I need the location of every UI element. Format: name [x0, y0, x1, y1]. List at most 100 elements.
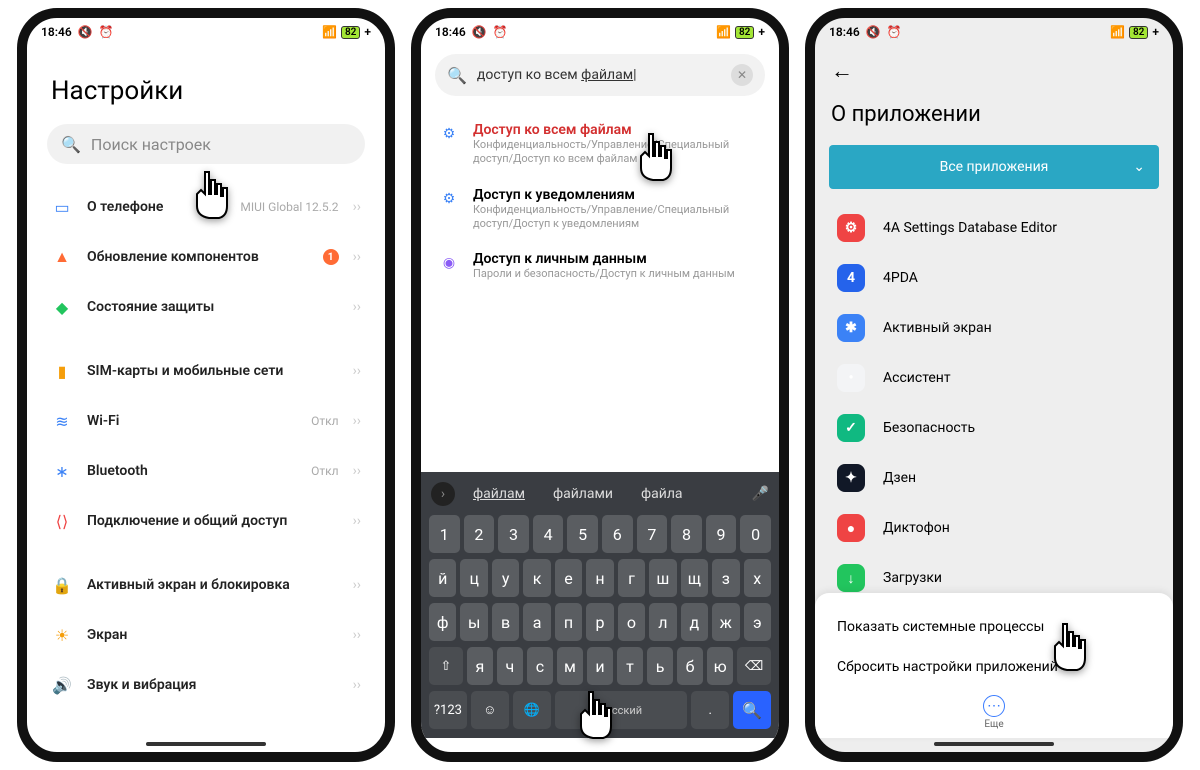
result-title: Доступ ко всем файлам	[473, 122, 761, 138]
key[interactable]: у	[492, 559, 519, 597]
period-key[interactable]: .	[691, 691, 729, 729]
key[interactable]: 3	[498, 515, 529, 553]
settings-row-about[interactable]: ▭О телефонеMIUI Global 12.5.2›	[31, 182, 381, 232]
key[interactable]: п	[555, 603, 582, 641]
search-result[interactable]: ⚙Доступ к уведомлениямКонфиденциальность…	[439, 177, 761, 242]
emoji-key[interactable]: ☺	[471, 691, 509, 729]
menu-item-reset-prefs[interactable]: Сбросить настройки приложений	[837, 647, 1151, 687]
apps-filter-dropdown[interactable]: Все приложения ⌄	[829, 145, 1159, 189]
key[interactable]: я	[467, 647, 493, 685]
key[interactable]: и	[587, 647, 613, 685]
row-icon: ☀	[51, 624, 73, 646]
search-input[interactable]: доступ ко всем файлам|	[477, 67, 721, 83]
search-box[interactable]: 🔍 доступ ко всем файлам| ✕	[435, 54, 765, 96]
key[interactable]: з	[712, 559, 739, 597]
row-label: Bluetooth	[87, 463, 297, 479]
key[interactable]: т	[617, 647, 643, 685]
key[interactable]: 4	[533, 515, 564, 553]
app-icon: ⚙	[837, 214, 865, 242]
settings-row-bt[interactable]: ∗BluetoothОткл›	[31, 446, 381, 496]
key[interactable]: е	[555, 559, 582, 597]
key[interactable]: н	[586, 559, 613, 597]
key[interactable]: 9	[706, 515, 737, 553]
suggestion-chip[interactable]: файлам	[463, 480, 535, 508]
nav-gesture-bar	[540, 742, 660, 746]
app-row[interactable]: ✦Дзен	[815, 453, 1173, 503]
more-label: Еще	[837, 719, 1151, 730]
key[interactable]: щ	[681, 559, 708, 597]
app-name: Безопасность	[883, 420, 975, 436]
key[interactable]: ы	[460, 603, 487, 641]
app-row[interactable]: ⚙4A Settings Database Editor	[815, 203, 1173, 253]
key[interactable]: м	[557, 647, 583, 685]
key[interactable]: 7	[637, 515, 668, 553]
key[interactable]: х	[744, 559, 771, 597]
settings-row-share[interactable]: ⟨⟩Подключение и общий доступ›	[31, 496, 381, 546]
status-time: 18:46	[435, 25, 466, 39]
key[interactable]: 1	[429, 515, 460, 553]
app-name: Диктофон	[883, 520, 950, 536]
result-icon: ◉	[439, 253, 459, 273]
key[interactable]: ю	[707, 647, 733, 685]
app-row[interactable]: ●Диктофон	[815, 503, 1173, 553]
key[interactable]: а	[523, 603, 550, 641]
key[interactable]: 5	[567, 515, 598, 553]
search-result[interactable]: ⚙Доступ ко всем файламКонфиденциальность…	[439, 112, 761, 177]
settings-row-sound[interactable]: 🔊Звук и вибрация›	[31, 660, 381, 710]
key[interactable]: 8	[671, 515, 702, 553]
space-key[interactable]: Русский	[555, 691, 688, 729]
symbols-key[interactable]: ?123	[429, 691, 467, 729]
app-row[interactable]: ✓Безопасность	[815, 403, 1173, 453]
more-button[interactable]: ⋯ Еще	[837, 687, 1151, 730]
search-result[interactable]: ◉Доступ к личным даннымПароли и безопасн…	[439, 241, 761, 291]
key[interactable]: 2	[464, 515, 495, 553]
menu-item-show-system[interactable]: Показать системные процессы	[837, 607, 1151, 647]
back-button[interactable]: ←	[831, 54, 1157, 94]
key[interactable]: ь	[647, 647, 673, 685]
settings-row-display[interactable]: ☀Экран›	[31, 610, 381, 660]
key[interactable]: г	[618, 559, 645, 597]
key[interactable]: ж	[712, 603, 739, 641]
key[interactable]: 6	[602, 515, 633, 553]
backspace-key[interactable]: ⌫	[737, 647, 771, 685]
settings-row-lock[interactable]: 🔒Активный экран и блокировка›	[31, 560, 381, 610]
key[interactable]: й	[429, 559, 456, 597]
app-row[interactable]: •Ассистент	[815, 353, 1173, 403]
key[interactable]: д	[681, 603, 708, 641]
row-icon: ◆	[51, 296, 73, 318]
key[interactable]: л	[649, 603, 676, 641]
key[interactable]: ф	[429, 603, 456, 641]
chevron-right-icon: ›	[353, 299, 361, 315]
key[interactable]: ч	[497, 647, 523, 685]
signal-icon: 📶	[1110, 25, 1125, 39]
key[interactable]: р	[586, 603, 613, 641]
app-row[interactable]: 44PDA	[815, 253, 1173, 303]
key[interactable]: э	[744, 603, 771, 641]
clear-button[interactable]: ✕	[731, 64, 753, 86]
key[interactable]: ц	[460, 559, 487, 597]
app-icon: 4	[837, 264, 865, 292]
search-box[interactable]: 🔍 Поиск настроек	[47, 124, 365, 164]
suggestion-chip[interactable]: файла	[631, 480, 693, 508]
charging-icon: +	[364, 25, 371, 39]
key[interactable]: в	[492, 603, 519, 641]
language-key[interactable]: 🌐	[513, 691, 551, 729]
key[interactable]: ш	[649, 559, 676, 597]
suggestion-chip[interactable]: файлами	[543, 480, 623, 508]
key[interactable]: 0	[740, 515, 771, 553]
app-row[interactable]: ✱Активный экран	[815, 303, 1173, 353]
key[interactable]: с	[527, 647, 553, 685]
settings-row-wifi[interactable]: ≋Wi-FiОткл›	[31, 396, 381, 446]
keyboard[interactable]: › файлам файлами файла 🎤 1234567890 йцуке…	[421, 472, 779, 738]
key[interactable]: о	[618, 603, 645, 641]
settings-row-security[interactable]: ◆Состояние защиты›	[31, 282, 381, 332]
settings-row-update[interactable]: ▲Обновление компонентов1›	[31, 232, 381, 282]
shift-key[interactable]: ⇧	[429, 647, 463, 685]
expand-icon[interactable]: ›	[431, 482, 455, 506]
key[interactable]: к	[523, 559, 550, 597]
mic-icon[interactable]: 🎤	[752, 486, 769, 502]
search-key[interactable]: 🔍	[733, 691, 771, 729]
row-label: Активный экран и блокировка	[87, 577, 325, 593]
settings-row-sim[interactable]: ▮SIM-карты и мобильные сети›	[31, 346, 381, 396]
key[interactable]: б	[677, 647, 703, 685]
